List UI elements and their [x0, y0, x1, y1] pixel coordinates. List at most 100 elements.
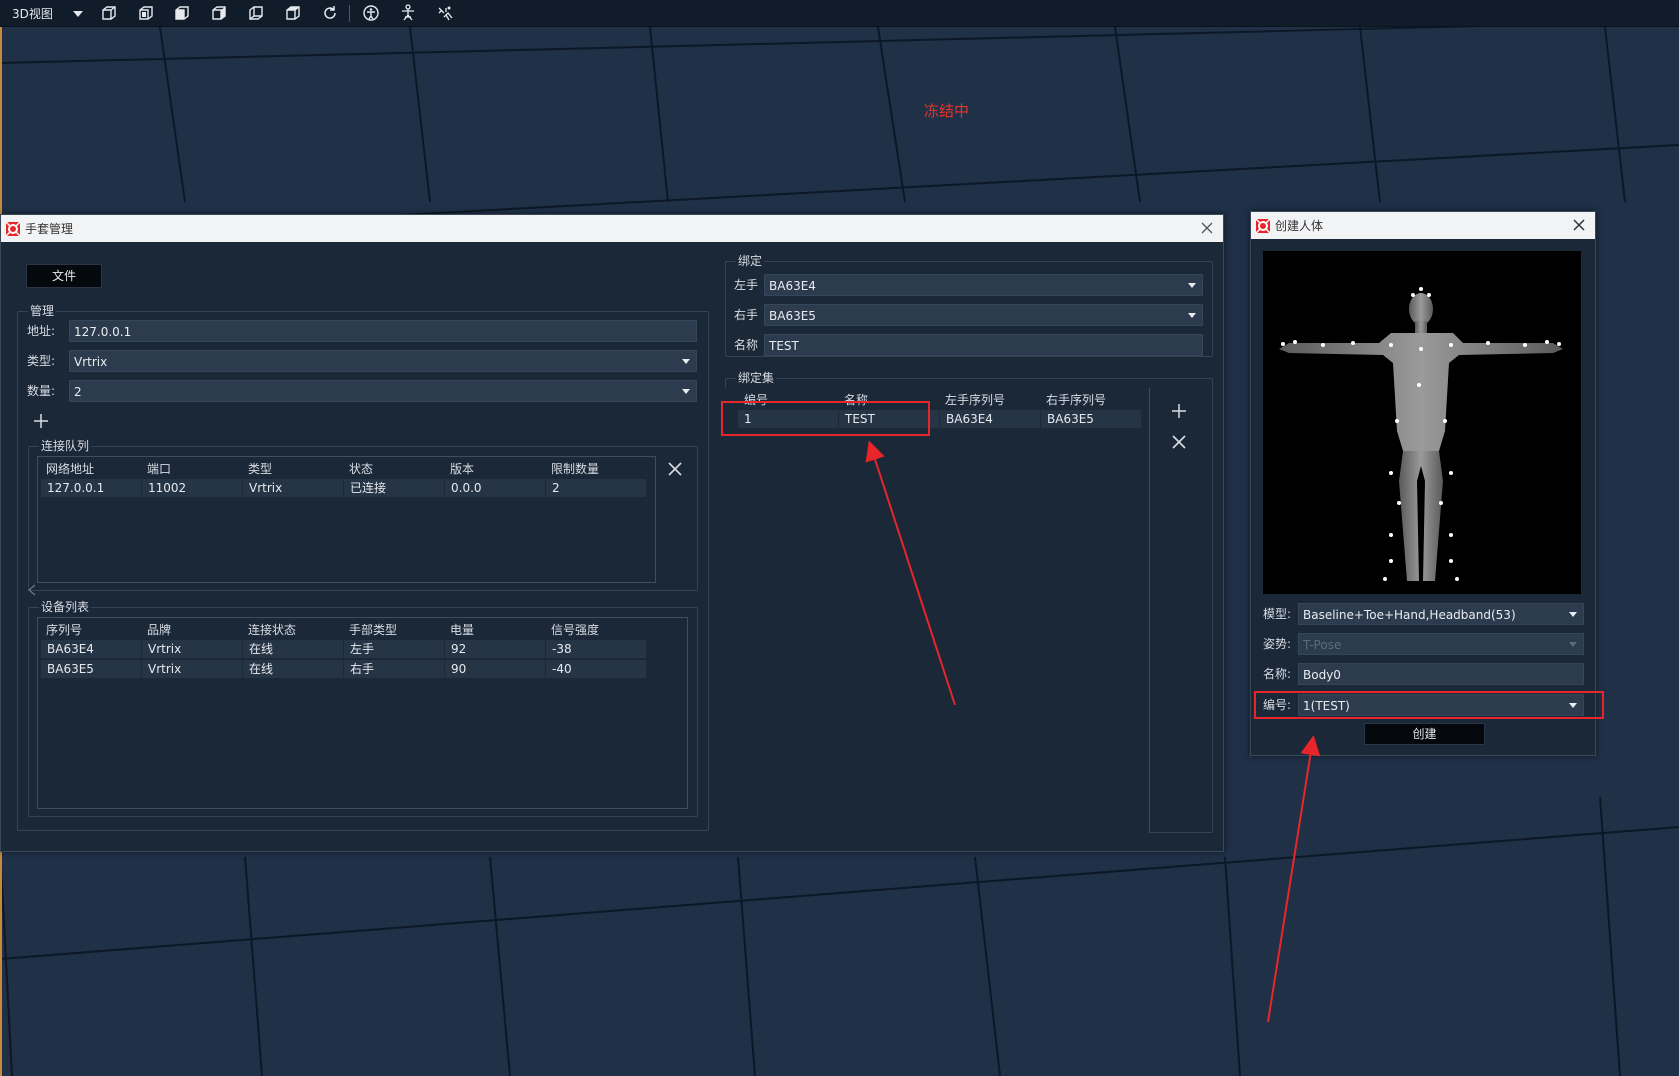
view-mode-select[interactable]: 3D视图	[12, 5, 83, 22]
cell-serial: BA63E4	[41, 640, 142, 659]
chevron-down-icon	[72, 10, 83, 17]
add-binding-icon[interactable]	[1170, 402, 1188, 420]
model-label: 模型:	[1263, 607, 1292, 621]
col-header: 名称	[844, 393, 869, 407]
left-hand-value: BA63E4	[769, 279, 816, 293]
count-select-value: 2	[74, 385, 82, 399]
refresh-icon[interactable]	[321, 4, 339, 22]
remove-connection-icon[interactable]	[666, 460, 684, 478]
top-view-icon[interactable]	[284, 4, 302, 22]
remove-binding-icon[interactable]	[1170, 433, 1188, 451]
perspective-view-icon[interactable]	[137, 4, 155, 22]
person-icon[interactable]	[362, 4, 380, 22]
body-model-preview[interactable]	[1263, 251, 1581, 594]
type-select-value: Vrtrix	[74, 355, 108, 369]
col-header: 右手序列号	[1046, 393, 1107, 407]
left-hand-select[interactable]: BA63E4	[764, 274, 1203, 296]
create-body-button[interactable]: 创建	[1364, 723, 1485, 745]
cell-port: 11002	[142, 479, 243, 498]
right-hand-value: BA63E5	[769, 309, 816, 323]
col-header: 电量	[450, 623, 475, 637]
cell-limit: 2	[546, 479, 647, 498]
table-row[interactable]: BA63E5 Vrtrix 在线 右手 90 -40	[41, 660, 647, 679]
left-hand-label: 左手	[734, 278, 759, 292]
col-header: 限制数量	[551, 462, 600, 476]
connection-queue-table: 网络地址 端口 类型 状态 版本 限制数量 127.0.0.1 11002 Vr…	[37, 456, 656, 583]
dialog-title: 创建人体	[1275, 219, 1324, 233]
model-select[interactable]: Baseline+Toe+Hand,Headband(53)	[1298, 603, 1584, 625]
manage-group-title: 管理	[28, 304, 57, 318]
col-header: 品牌	[147, 623, 172, 637]
device-list-table: 序列号 品牌 连接状态 手部类型 电量 信号强度 BA63E4 Vrtrix 在…	[37, 617, 688, 809]
pose-select: T-Pose	[1298, 633, 1584, 655]
chevron-down-icon	[682, 359, 690, 364]
col-header: 版本	[450, 462, 475, 476]
tracker-icon[interactable]	[436, 4, 454, 22]
close-icon[interactable]	[1571, 217, 1587, 233]
file-button[interactable]: 文件	[26, 264, 102, 288]
skeleton-icon[interactable]	[399, 4, 417, 22]
body-id-label: 编号:	[1263, 698, 1292, 712]
view-mode-label: 3D视图	[12, 7, 53, 21]
glove-manager-titlebar[interactable]: 手套管理	[1, 215, 1223, 242]
col-header: 左手序列号	[945, 393, 1006, 407]
cell-name: TEST	[839, 410, 940, 429]
dialog-title: 手套管理	[25, 222, 74, 236]
col-header: 状态	[349, 462, 374, 476]
table-row[interactable]: 1 TEST BA63E4 BA63E5	[738, 410, 1142, 429]
app-logo-icon	[1255, 217, 1271, 234]
left-view-icon[interactable]	[173, 4, 191, 22]
cell-address: 127.0.0.1	[41, 479, 142, 498]
col-header: 编号	[744, 393, 769, 407]
table-row[interactable]: 127.0.0.1 11002 Vrtrix 已连接 0.0.0 2	[41, 479, 647, 498]
glove-manager-dialog: 手套管理 文件 管理 地址: 127.0.0.1 类型: Vrtrix 数量: …	[0, 214, 1224, 852]
cell-connection: 在线	[243, 660, 344, 679]
binding-name-label: 名称	[734, 338, 759, 352]
binding-name-input[interactable]: TEST	[764, 334, 1203, 356]
binding-set-title: 绑定集	[736, 371, 777, 385]
chevron-down-icon	[1569, 612, 1577, 617]
col-header: 网络地址	[46, 462, 95, 476]
model-select-value: Baseline+Toe+Hand,Headband(53)	[1303, 608, 1516, 622]
connection-queue-title: 连接队列	[39, 439, 92, 453]
chevron-left-icon[interactable]	[27, 584, 37, 596]
count-select[interactable]: 2	[69, 380, 697, 402]
cell-id: 1	[738, 410, 839, 429]
chevron-down-icon	[1188, 313, 1196, 318]
close-icon[interactable]	[1199, 220, 1215, 236]
right-view-icon[interactable]	[210, 4, 228, 22]
type-select[interactable]: Vrtrix	[69, 350, 697, 372]
cell-left-serial: BA63E4	[940, 410, 1041, 429]
cell-version: 0.0.0	[445, 479, 546, 498]
front-view-icon[interactable]	[100, 4, 118, 22]
col-header: 信号强度	[551, 623, 600, 637]
address-input[interactable]: 127.0.0.1	[69, 320, 697, 342]
cell-hand: 右手	[344, 660, 445, 679]
chevron-down-icon	[682, 389, 690, 394]
cell-brand: Vrtrix	[142, 640, 243, 659]
cell-right-serial: BA63E5	[1041, 410, 1142, 429]
col-header: 端口	[147, 462, 172, 476]
cell-serial: BA63E5	[41, 660, 142, 679]
binding-set-table: 编号 名称 左手序列号 右手序列号 1 TEST BA63E4 BA63E5	[725, 388, 1150, 833]
table-row[interactable]: BA63E4 Vrtrix 在线 左手 92 -38	[41, 640, 647, 659]
pose-label: 姿势:	[1263, 637, 1292, 651]
binding-group-title: 绑定	[736, 254, 765, 268]
col-header: 手部类型	[349, 623, 398, 637]
col-header: 类型	[248, 462, 273, 476]
cell-type: Vrtrix	[243, 479, 344, 498]
create-body-dialog: 创建人体 模型: Baseline+Toe+Hand,Headband(53) …	[1250, 211, 1596, 756]
cell-signal: -40	[546, 660, 647, 679]
add-connection-icon[interactable]	[32, 412, 50, 430]
cell-battery: 90	[445, 660, 546, 679]
right-hand-select[interactable]: BA63E5	[764, 304, 1203, 326]
back-view-icon[interactable]	[247, 4, 265, 22]
app-logo-icon	[5, 220, 21, 237]
right-hand-label: 右手	[734, 308, 759, 322]
chevron-down-icon	[1569, 703, 1577, 708]
body-id-select[interactable]: 1(TEST)	[1298, 694, 1584, 716]
cell-status: 已连接	[344, 479, 445, 498]
create-body-titlebar[interactable]: 创建人体	[1251, 212, 1595, 239]
address-label: 地址:	[27, 324, 56, 338]
body-name-input[interactable]: Body0	[1298, 663, 1584, 685]
